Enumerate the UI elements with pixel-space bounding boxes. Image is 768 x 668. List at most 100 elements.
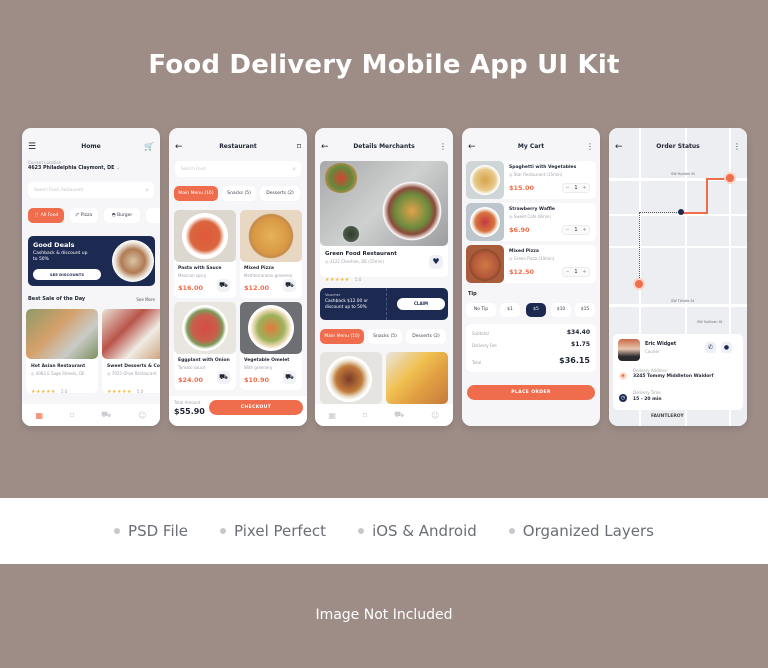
category-burger[interactable]: ◓ Burger bbox=[104, 208, 140, 223]
plus-icon[interactable]: + bbox=[582, 269, 586, 275]
route-line bbox=[681, 212, 708, 214]
route-dotted bbox=[639, 212, 681, 213]
location-value[interactable]: 4623 Philadelphia Claymont, DE ⌄ bbox=[28, 166, 120, 171]
nav-cart-icon[interactable]: ⛟ bbox=[394, 410, 404, 420]
tab-snacks[interactable]: Snacks (5) bbox=[368, 329, 402, 344]
tab-main-menu[interactable]: Main Menu (16) bbox=[320, 329, 364, 344]
cart-icon[interactable]: 🛒 bbox=[144, 140, 154, 154]
chat-bubble-icon[interactable]: ● bbox=[721, 342, 732, 353]
location-pin-icon: ◉ bbox=[619, 372, 627, 380]
nav-profile-icon[interactable]: ☺ bbox=[431, 411, 439, 420]
bookmark-icon[interactable]: ⌑ bbox=[297, 140, 301, 154]
pizza-icon: ◸ bbox=[75, 213, 80, 218]
pin-icon: ◎ bbox=[107, 371, 111, 376]
category-pizza[interactable]: ◸ Pizza bbox=[70, 208, 98, 223]
menu-item-image[interactable] bbox=[320, 352, 382, 404]
menu-item-price: $12.00 bbox=[244, 284, 270, 292]
restaurant-image bbox=[102, 309, 160, 359]
add-to-cart-icon[interactable]: ⛟ bbox=[283, 371, 296, 384]
tip-option-1[interactable]: $1 bbox=[500, 303, 520, 317]
origin-pin-icon bbox=[633, 278, 645, 290]
see-discounts-button[interactable]: SEE DISCOUNTS bbox=[33, 269, 101, 280]
checkout-button[interactable]: CHECKOUT bbox=[209, 400, 303, 415]
nav-cart-icon[interactable]: ⛟ bbox=[101, 410, 111, 420]
quantity-stepper[interactable]: −1 + bbox=[562, 183, 590, 193]
add-to-cart-icon[interactable]: ⛟ bbox=[217, 371, 230, 384]
feature-item: PSD File bbox=[114, 522, 188, 540]
pin-icon: ◎ bbox=[509, 214, 513, 219]
cart-item-name: Strawberry Waffle bbox=[509, 207, 555, 212]
tab-snacks[interactable]: Snacks (5) bbox=[222, 186, 256, 201]
chevron-down-icon: ⌄ bbox=[116, 166, 121, 171]
order-status-title: Order Status bbox=[656, 143, 700, 150]
menu-item-name: Eggplant with Onion bbox=[178, 358, 230, 363]
promo-banner[interactable]: Good Deals Cashback & discount up to 50%… bbox=[28, 236, 155, 286]
nav-bookmark-icon[interactable]: ⌑ bbox=[363, 411, 367, 420]
favorite-heart-icon[interactable]: ♥ bbox=[429, 255, 443, 269]
merchant-address: ◎ 3122 Cheshire, DE (15min) bbox=[325, 259, 384, 264]
minus-icon[interactable]: − bbox=[565, 227, 569, 233]
home-title: Home bbox=[81, 143, 101, 150]
place-order-button[interactable]: PLACE ORDER bbox=[467, 385, 595, 400]
menu-item-card[interactable]: Pasta with Sauce Mexican spicy $16.00 ⛟ bbox=[174, 210, 236, 298]
more-options-icon[interactable]: ⋮ bbox=[733, 140, 741, 154]
restaurant-card[interactable]: Sweet Desserts & Co ◎ 7025 Olive Restaur… bbox=[102, 309, 160, 395]
pin-icon: ◎ bbox=[325, 259, 329, 264]
tip-option-10[interactable]: $10 bbox=[551, 303, 571, 317]
feature-item: Organized Layers bbox=[508, 522, 654, 540]
tab-main-menu[interactable]: Main Menu (16) bbox=[174, 186, 218, 201]
tip-option-none[interactable]: No Tip bbox=[466, 303, 496, 317]
category-more[interactable] bbox=[146, 208, 160, 223]
more-options-icon[interactable]: ⋮ bbox=[439, 140, 447, 154]
restaurant-name: Sweet Desserts & Co bbox=[107, 364, 160, 369]
see-more-link[interactable]: See More bbox=[136, 297, 155, 302]
section-title: Best Sale of the Day bbox=[28, 296, 86, 302]
menu-item-image[interactable] bbox=[386, 352, 448, 404]
nav-profile-icon[interactable]: ☺ bbox=[138, 411, 146, 420]
restaurant-card[interactable]: Hot Asian Restaurant ◎ 4083 E Sage Stree… bbox=[26, 309, 98, 395]
more-options-icon[interactable]: ⋮ bbox=[586, 140, 594, 154]
search-input[interactable]: Search Food ⌕ bbox=[175, 161, 301, 177]
search-input[interactable]: Search Food, Restaurant ⌕ bbox=[28, 182, 154, 198]
pin-icon: ◎ bbox=[509, 172, 513, 177]
bullet-icon bbox=[220, 528, 227, 534]
quantity-stepper[interactable]: −1 + bbox=[562, 225, 590, 235]
menu-item-card[interactable]: Eggplant with Onion Tomato sauce $24.00 … bbox=[174, 302, 236, 390]
route-dotted bbox=[639, 212, 640, 282]
minus-icon[interactable]: − bbox=[565, 269, 569, 275]
minus-icon[interactable]: − bbox=[565, 185, 569, 191]
merchant-name: Green Food Restaurant bbox=[325, 251, 397, 257]
search-icon: ⌕ bbox=[292, 165, 296, 173]
claim-button[interactable]: CLAIM bbox=[397, 298, 445, 310]
subtotal-label: Subtotal bbox=[472, 331, 489, 336]
cart-screen: ← My Cart ⋮ Spaghetti with Vegetables ◎ … bbox=[462, 128, 600, 426]
street-label: SW Holden St bbox=[671, 172, 695, 176]
plus-icon[interactable]: + bbox=[582, 185, 586, 191]
restaurant-address: ◎ 4083 E Sage Streets, DE bbox=[31, 371, 85, 376]
nav-home-grid-icon[interactable]: ▦ bbox=[328, 411, 336, 420]
nav-home-grid-icon[interactable]: ▦ bbox=[35, 411, 43, 420]
tip-label: Tip bbox=[468, 291, 477, 297]
tab-desserts[interactable]: Desserts (2) bbox=[260, 186, 300, 201]
call-phone-icon[interactable]: ✆ bbox=[705, 342, 716, 353]
plus-icon[interactable]: + bbox=[582, 227, 586, 233]
add-to-cart-icon[interactable]: ⛟ bbox=[283, 279, 296, 292]
cart-item-price: $15.00 bbox=[509, 184, 535, 192]
footer-note: Image Not Included bbox=[315, 607, 453, 623]
menu-item-desc: Mexican spicy bbox=[178, 273, 207, 278]
menu-item-card[interactable]: Vegetable Omelet With greenery $10.90 ⛟ bbox=[240, 302, 302, 390]
menu-item-card[interactable]: Mixed Pizza Mediterranean greenery $12.0… bbox=[240, 210, 302, 298]
category-all-food[interactable]: 🍴 All Food bbox=[28, 208, 64, 223]
courier-role: Courier bbox=[645, 349, 660, 354]
merchant-title: Details Merchants bbox=[353, 143, 415, 150]
tip-option-15[interactable]: $15 bbox=[575, 303, 595, 317]
tip-option-5-selected[interactable]: $5 bbox=[526, 303, 546, 317]
menu-item-price: $10.90 bbox=[244, 376, 270, 384]
add-to-cart-icon[interactable]: ⛟ bbox=[217, 279, 230, 292]
quantity-stepper[interactable]: −1 + bbox=[562, 267, 590, 277]
features-bar: PSD File Pixel Perfect iOS & Android Org… bbox=[0, 498, 768, 564]
cart-item-shop: ◎ Sweet Cafe (8min) bbox=[509, 214, 551, 219]
nav-bookmark-icon[interactable]: ⌑ bbox=[70, 411, 74, 420]
feature-item: Pixel Perfect bbox=[220, 522, 326, 540]
tab-desserts[interactable]: Desserts (2) bbox=[406, 329, 446, 344]
